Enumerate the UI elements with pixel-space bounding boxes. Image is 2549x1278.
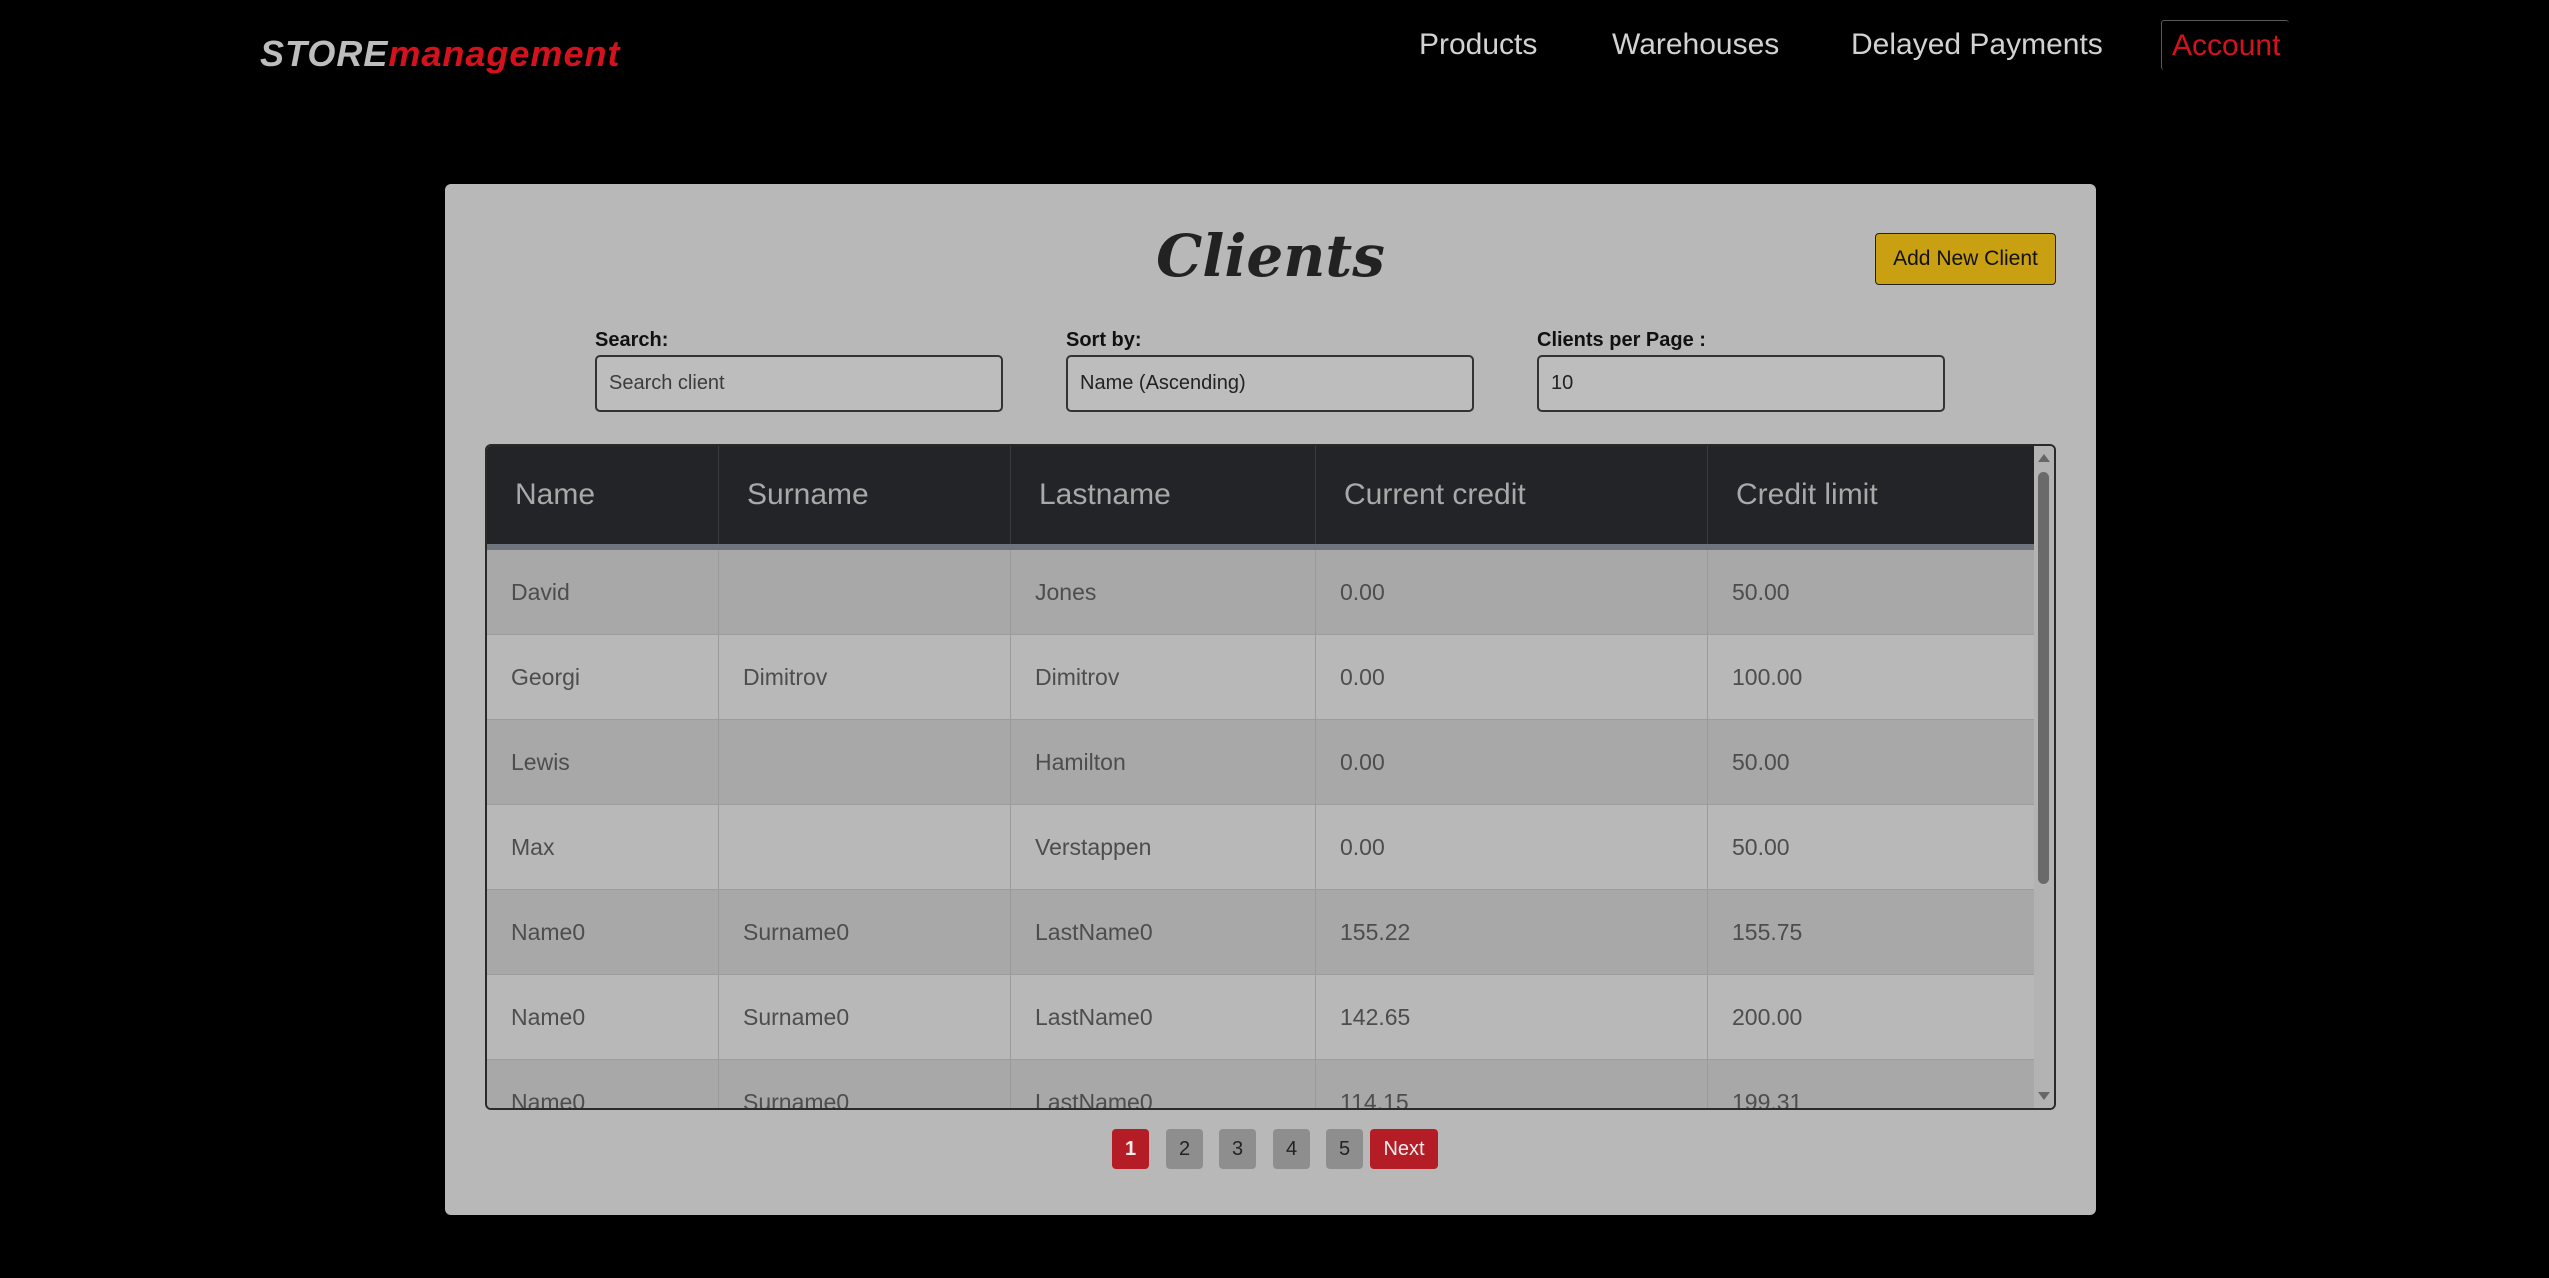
next-page-button[interactable]: Next: [1370, 1129, 1438, 1169]
cell-current-credit: 155.22: [1316, 890, 1708, 975]
cell-name: Name0: [487, 1060, 719, 1108]
cell-credit-limit: 50.00: [1732, 834, 1790, 860]
clients-card: Clients Add New Client Search: Search cl…: [445, 184, 2096, 1215]
cell-credit-limit: 50.00: [1732, 749, 1790, 775]
page-title: Clients: [1156, 222, 1385, 290]
cell-credit-limit: 155.75: [1732, 919, 1803, 945]
page-button-3[interactable]: 3: [1219, 1129, 1256, 1169]
cell-current-credit: 0.00: [1316, 720, 1708, 805]
nav-warehouses-link[interactable]: Warehouses: [1612, 28, 1779, 62]
cell-lastname: Dimitrov: [1011, 635, 1316, 720]
column-header-name: Name: [487, 446, 719, 544]
scroll-down-arrow-icon[interactable]: [2038, 1092, 2050, 1100]
cell-surname: Dimitrov: [719, 635, 1011, 720]
page-button-5[interactable]: 5: [1326, 1129, 1363, 1169]
cell-current-credit: 0.00: [1316, 805, 1708, 890]
cell-name: David: [487, 550, 719, 635]
clients-per-page-label: Clients per Page :: [1537, 329, 1706, 351]
cell-name: Max: [487, 805, 719, 890]
cell-surname: Surname0: [719, 890, 1011, 975]
page-button-1[interactable]: 1: [1112, 1129, 1149, 1169]
scrollbar-thumb[interactable]: [2038, 472, 2049, 884]
cell-current-credit: 142.65: [1316, 975, 1708, 1060]
cell-name: Name0: [487, 975, 719, 1060]
table-row[interactable]: Name0 Surname0 LastName0 114.15 199.31: [487, 1060, 2036, 1110]
search-label: Search:: [595, 329, 669, 351]
top-navbar: STOREmanagement Products Warehouses Dela…: [0, 0, 2549, 92]
cell-current-credit: 114.15: [1316, 1060, 1708, 1108]
cell-lastname: LastName0: [1011, 890, 1316, 975]
cell-lastname: Jones: [1011, 550, 1316, 635]
brand-logo-management: management: [388, 33, 621, 74]
table-row[interactable]: Max Verstappen 0.00 50.00: [487, 805, 2036, 890]
cell-lastname: Verstappen: [1011, 805, 1316, 890]
cell-name: Name0: [487, 890, 719, 975]
table-row[interactable]: David Jones 0.00 50.00: [487, 550, 2036, 635]
column-header-credit-limit: Credit limit: [1736, 478, 1878, 511]
cell-current-credit: 0.00: [1316, 550, 1708, 635]
cell-surname: Surname0: [719, 1060, 1011, 1108]
search-input[interactable]: Search client: [595, 355, 1003, 412]
table-row[interactable]: Lewis Hamilton 0.00 50.00: [487, 720, 2036, 805]
add-new-client-button[interactable]: Add New Client: [1875, 233, 2056, 285]
column-header-current-credit: Current credit: [1316, 446, 1708, 544]
column-header-lastname: Lastname: [1011, 446, 1316, 544]
nav-products-link[interactable]: Products: [1419, 28, 1537, 62]
cell-surname: Surname0: [719, 975, 1011, 1060]
cell-surname: [719, 720, 1011, 805]
page-button-2[interactable]: 2: [1166, 1129, 1203, 1169]
cell-lastname: LastName0: [1011, 975, 1316, 1060]
cell-credit-limit: 200.00: [1732, 1004, 1803, 1030]
cell-surname: [719, 550, 1011, 635]
cell-lastname: LastName0: [1011, 1060, 1316, 1108]
table-row[interactable]: Name0 Surname0 LastName0 155.22 155.75: [487, 890, 2036, 975]
table-header: Name Surname Lastname Current credit Cre…: [487, 446, 2036, 550]
cell-current-credit: 0.00: [1316, 635, 1708, 720]
clients-table: Name Surname Lastname Current credit Cre…: [485, 444, 2056, 1110]
brand-logo[interactable]: STOREmanagement: [260, 33, 620, 75]
column-header-surname: Surname: [719, 446, 1011, 544]
sort-by-select[interactable]: Name (Ascending): [1066, 355, 1474, 412]
cell-lastname: Hamilton: [1011, 720, 1316, 805]
nav-delayed-payments-link[interactable]: Delayed Payments: [1851, 28, 2103, 62]
cell-surname: [719, 805, 1011, 890]
table-row[interactable]: Georgi Dimitrov Dimitrov 0.00 100.00: [487, 635, 2036, 720]
cell-credit-limit: 100.00: [1732, 664, 1803, 690]
page-button-4[interactable]: 4: [1273, 1129, 1310, 1169]
table-row[interactable]: Name0 Surname0 LastName0 142.65 200.00: [487, 975, 2036, 1060]
nav-account-link[interactable]: Account: [2161, 20, 2289, 70]
clients-per-page-input[interactable]: 10: [1537, 355, 1945, 412]
scroll-up-arrow-icon[interactable]: [2038, 454, 2050, 462]
cell-name: Georgi: [487, 635, 719, 720]
cell-credit-limit: 199.31: [1732, 1089, 1803, 1110]
table-scrollbar[interactable]: [2034, 446, 2054, 1108]
cell-credit-limit: 50.00: [1732, 579, 1790, 605]
cell-name: Lewis: [487, 720, 719, 805]
sort-by-label: Sort by:: [1066, 329, 1142, 351]
brand-logo-store: STORE: [260, 33, 389, 74]
